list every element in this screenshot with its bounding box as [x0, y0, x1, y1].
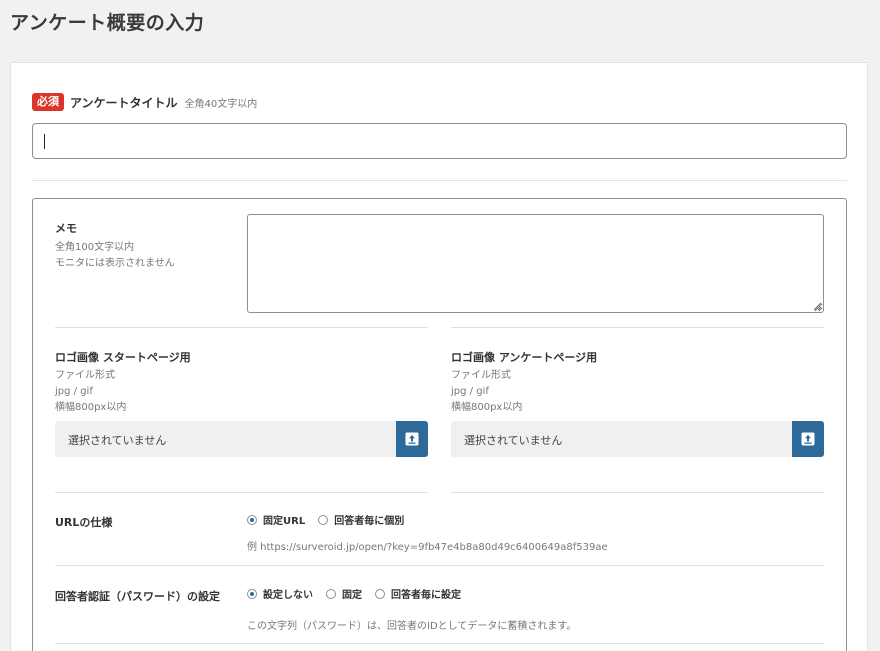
logo-start-file-field[interactable]: 選択されていません: [55, 421, 428, 457]
divider: [32, 180, 847, 181]
logo-start-hint-format: ファイル形式: [55, 370, 115, 381]
logo-survey-hint-types: jpg / gif: [451, 386, 489, 397]
resize-grip-icon[interactable]: [813, 302, 822, 311]
survey-title-label-row: 必須 アンケートタイトル 全角40文字以内: [32, 93, 257, 111]
survey-form-card: 必須 アンケートタイトル 全角40文字以内 メモ 全角100文字以内 モニタには…: [10, 62, 868, 651]
logo-survey-file-status: 選択されていません: [464, 434, 563, 447]
auth-label: 回答者認証（パスワード）の設定: [55, 590, 220, 603]
divider: [55, 565, 824, 566]
logo-survey-file-field[interactable]: 選択されていません: [451, 421, 824, 457]
url-spec-label: URLの仕様: [55, 516, 113, 529]
auth-none-label[interactable]: 設定しない: [263, 586, 313, 601]
logo-survey-hint-width: 横幅800px以内: [451, 402, 523, 413]
upload-icon: [801, 432, 815, 446]
url-spec-radio-group: 固定URL 回答者毎に個別: [247, 512, 417, 527]
survey-title-input[interactable]: [32, 123, 847, 159]
divider: [451, 492, 824, 493]
url-fixed-radio[interactable]: [247, 514, 257, 525]
auth-fixed-label[interactable]: 固定: [342, 586, 362, 601]
auth-per-respondent-radio[interactable]: [375, 588, 385, 599]
logo-survey-label: ロゴ画像 アンケートページ用: [451, 351, 598, 364]
divider: [55, 492, 428, 493]
upload-icon: [405, 432, 419, 446]
url-per-respondent-label[interactable]: 回答者毎に個別: [334, 512, 404, 527]
logo-start-file-status: 選択されていません: [68, 434, 167, 447]
survey-title-label: アンケートタイトル: [70, 95, 178, 110]
options-panel: メモ 全角100文字以内 モニタには表示されません ロゴ画像 スタートページ用 …: [32, 198, 847, 651]
survey-title-hint: 全角40文字以内: [184, 98, 258, 110]
auth-note: この文字列（パスワード）は、回答者のIDとしてデータに蓄積されます。: [247, 621, 577, 632]
logo-survey-upload-button[interactable]: [792, 421, 824, 457]
page-title: アンケート概要の入力: [10, 12, 205, 34]
auth-radio-group: 設定しない 固定 回答者毎に設定: [247, 586, 474, 601]
divider: [55, 327, 428, 328]
logo-start-hint-width: 横幅800px以内: [55, 402, 127, 413]
logo-start-upload-button[interactable]: [396, 421, 428, 457]
url-example: 例 https://surveroid.jp/open/?key=9fb47e4…: [247, 542, 608, 553]
divider: [451, 327, 824, 328]
text-caret: [44, 134, 45, 149]
divider: [55, 643, 824, 644]
logo-start-label: ロゴ画像 スタートページ用: [55, 351, 191, 364]
url-per-respondent-radio[interactable]: [318, 514, 329, 525]
logo-survey-hint-format: ファイル形式: [451, 370, 511, 381]
required-badge: 必須: [32, 93, 64, 111]
memo-label: メモ: [55, 222, 77, 235]
memo-hint-length: 全角100文字以内: [55, 242, 135, 253]
auth-none-radio[interactable]: [247, 588, 257, 599]
memo-hint-visibility: モニタには表示されません: [55, 258, 175, 269]
url-fixed-label[interactable]: 固定URL: [263, 512, 305, 527]
auth-fixed-radio[interactable]: [326, 588, 336, 599]
memo-textarea[interactable]: [247, 214, 824, 313]
auth-per-respondent-label[interactable]: 回答者毎に設定: [391, 586, 461, 601]
logo-start-hint-types: jpg / gif: [55, 386, 93, 397]
